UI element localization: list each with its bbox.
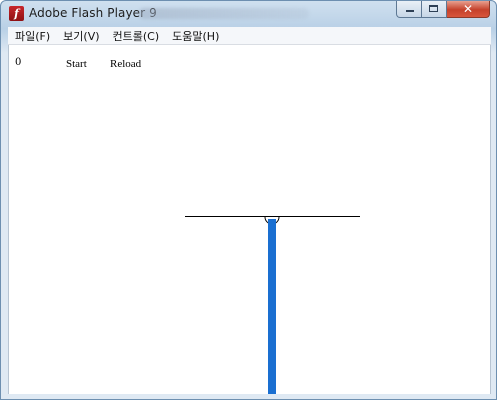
menu-help[interactable]: 도움말(H) — [165, 28, 225, 44]
close-icon: ✕ — [462, 2, 474, 16]
close-button[interactable]: ✕ — [447, 1, 490, 18]
minimize-icon — [406, 10, 414, 12]
menu-control[interactable]: 컨트롤(C) — [106, 28, 166, 44]
flash-player-window: f Adobe Flash Player 9 ✕ 파일(F) 보기(V) 컨트롤… — [0, 0, 497, 400]
title-bar[interactable]: f Adobe Flash Player 9 ✕ — [1, 1, 496, 27]
caption-buttons: ✕ — [396, 1, 490, 19]
menu-bar: 파일(F) 보기(V) 컨트롤(C) 도움말(H) — [8, 27, 491, 45]
blurred-title-region — [139, 8, 309, 19]
maximize-button[interactable] — [422, 1, 447, 18]
menu-view[interactable]: 보기(V) — [56, 28, 105, 44]
flash-player-icon[interactable]: f — [9, 6, 24, 21]
balance-scene — [185, 216, 360, 394]
blue-pole — [268, 219, 276, 394]
menu-file[interactable]: 파일(F) — [8, 28, 56, 44]
flash-stage[interactable]: 0 Start Reload — [8, 45, 491, 394]
maximize-icon — [429, 5, 438, 12]
minimize-button[interactable] — [396, 1, 422, 18]
window-title: Adobe Flash Player 9 — [29, 6, 157, 20]
